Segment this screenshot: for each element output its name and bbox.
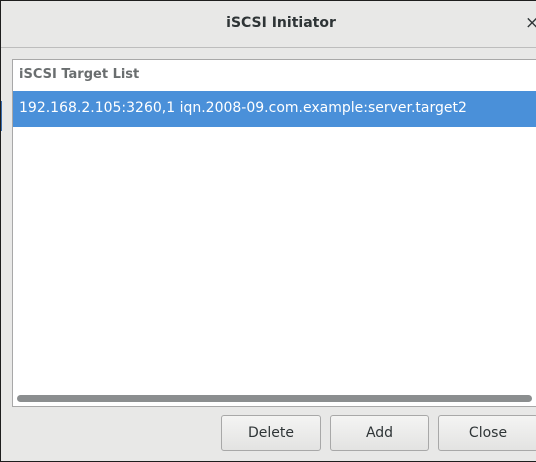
close-icon[interactable]: × xyxy=(525,13,536,33)
scrollbar-thumb[interactable] xyxy=(17,395,532,402)
iscsi-initiator-dialog: iSCSI Initiator × iSCSI Target List 192.… xyxy=(0,0,536,462)
target-list[interactable]: iSCSI Target List 192.168.2.105:3260,1 i… xyxy=(12,59,536,407)
target-entry-text: 192.168.2.105:3260,1 iqn.2008-09.com.exa… xyxy=(19,100,467,116)
delete-button[interactable]: Delete xyxy=(221,415,321,451)
list-item[interactable]: 192.168.2.105:3260,1 iqn.2008-09.com.exa… xyxy=(13,91,536,127)
column-header[interactable]: iSCSI Target List xyxy=(13,60,536,90)
horizontal-scrollbar[interactable] xyxy=(13,392,536,406)
titlebar[interactable]: iSCSI Initiator × xyxy=(1,1,536,48)
window-edge-marker xyxy=(1,101,2,131)
close-button[interactable]: Close xyxy=(438,415,536,451)
add-button[interactable]: Add xyxy=(330,415,429,451)
dialog-title: iSCSI Initiator xyxy=(226,15,336,31)
column-header-label: iSCSI Target List xyxy=(19,67,140,82)
